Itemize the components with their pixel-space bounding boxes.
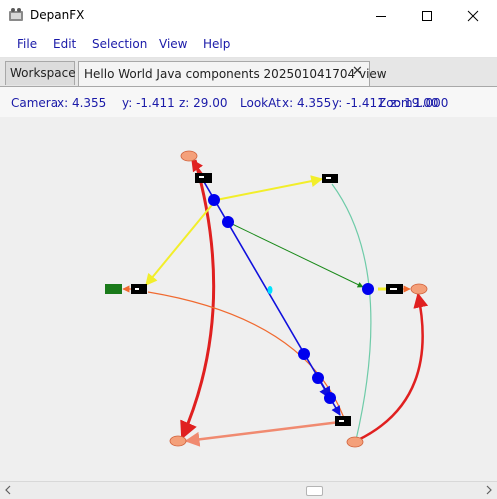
camera-label: Camera bbox=[11, 96, 59, 110]
tab-label: Workspace bbox=[10, 66, 76, 80]
close-icon bbox=[467, 10, 479, 21]
graph-node-bottom-right[interactable] bbox=[346, 436, 364, 448]
camera-x: x: 4.355 bbox=[57, 96, 107, 110]
edge-orange-left-to-bottom bbox=[147, 291, 345, 419]
tab-strip: Workspace Hello World Java components 20… bbox=[0, 58, 497, 87]
camera-z: z: 29.00 bbox=[179, 96, 228, 110]
edge-yellow-to-left bbox=[145, 199, 217, 286]
menu-file[interactable]: File bbox=[17, 37, 37, 51]
graph-node-bottom-left[interactable] bbox=[169, 435, 187, 447]
graph-node-top[interactable] bbox=[180, 150, 198, 162]
graph-node-blue[interactable] bbox=[222, 216, 234, 228]
zoom-value: 1.000 bbox=[414, 96, 449, 110]
tab-close-icon[interactable]: ✕ bbox=[352, 65, 364, 79]
graph-label-text-mark bbox=[390, 288, 397, 290]
maximize-button[interactable] bbox=[404, 0, 450, 31]
tab-label: Hello World Java components 202501041704… bbox=[84, 67, 387, 81]
tab-workspace[interactable]: Workspace bbox=[5, 61, 76, 85]
edge-yellow-to-topright bbox=[215, 175, 324, 201]
edge-teal-top-to-bottom bbox=[331, 183, 372, 441]
graph-label-green[interactable] bbox=[105, 284, 122, 294]
title-bar[interactable]: DepanFX bbox=[0, 0, 497, 31]
window-title: DepanFX bbox=[30, 8, 85, 22]
graph-node-right[interactable] bbox=[410, 283, 428, 295]
menu-help[interactable]: Help bbox=[203, 37, 230, 51]
graph-node-blue[interactable] bbox=[324, 392, 336, 404]
graph-label-text-mark bbox=[199, 176, 204, 178]
scroll-right-icon[interactable] bbox=[483, 484, 495, 496]
edge-red-bottomright-to-right bbox=[357, 292, 429, 442]
scroll-left-icon[interactable] bbox=[2, 484, 14, 496]
dependency-graph[interactable] bbox=[0, 117, 497, 481]
app-icon bbox=[9, 8, 23, 21]
edge-salmon-bottom bbox=[184, 420, 341, 447]
app-window: DepanFX File Edit Selection View Help Wo… bbox=[0, 0, 497, 499]
graph-label-text-mark bbox=[135, 288, 139, 290]
graph-label-text-mark bbox=[326, 177, 331, 179]
graph-canvas[interactable] bbox=[0, 117, 497, 481]
graph-node-blue[interactable] bbox=[312, 372, 324, 384]
graph-selection-mark[interactable] bbox=[267, 286, 273, 294]
close-button[interactable] bbox=[450, 0, 496, 31]
zoom-label: Zoom bbox=[378, 96, 413, 110]
horizontal-scrollbar[interactable] bbox=[0, 481, 497, 499]
graph-node-blue[interactable] bbox=[208, 194, 220, 206]
minimize-icon bbox=[376, 15, 386, 17]
scrollbar-thumb[interactable] bbox=[306, 486, 323, 496]
lookat-y: y: -1.411 bbox=[332, 96, 385, 110]
graph-node-blue[interactable] bbox=[362, 283, 374, 295]
maximize-icon bbox=[422, 10, 432, 21]
camera-info-bar: Camera x: 4.355 y: -1.411 z: 29.00 LookA… bbox=[0, 87, 497, 117]
camera-y: y: -1.411 bbox=[122, 96, 175, 110]
graph-label-text-mark bbox=[339, 420, 344, 422]
menu-view[interactable]: View bbox=[159, 37, 187, 51]
minimize-button[interactable] bbox=[358, 0, 404, 31]
lookat-label: LookAt bbox=[240, 96, 281, 110]
menu-bar: File Edit Selection View Help bbox=[0, 31, 497, 58]
menu-selection[interactable]: Selection bbox=[92, 37, 147, 51]
edge-green bbox=[227, 221, 364, 288]
menu-edit[interactable]: Edit bbox=[53, 37, 76, 51]
tab-graph-view[interactable]: Hello World Java components 202501041704… bbox=[78, 61, 387, 86]
lookat-x: x: 4.355 bbox=[282, 96, 332, 110]
graph-node-blue[interactable] bbox=[298, 348, 310, 360]
